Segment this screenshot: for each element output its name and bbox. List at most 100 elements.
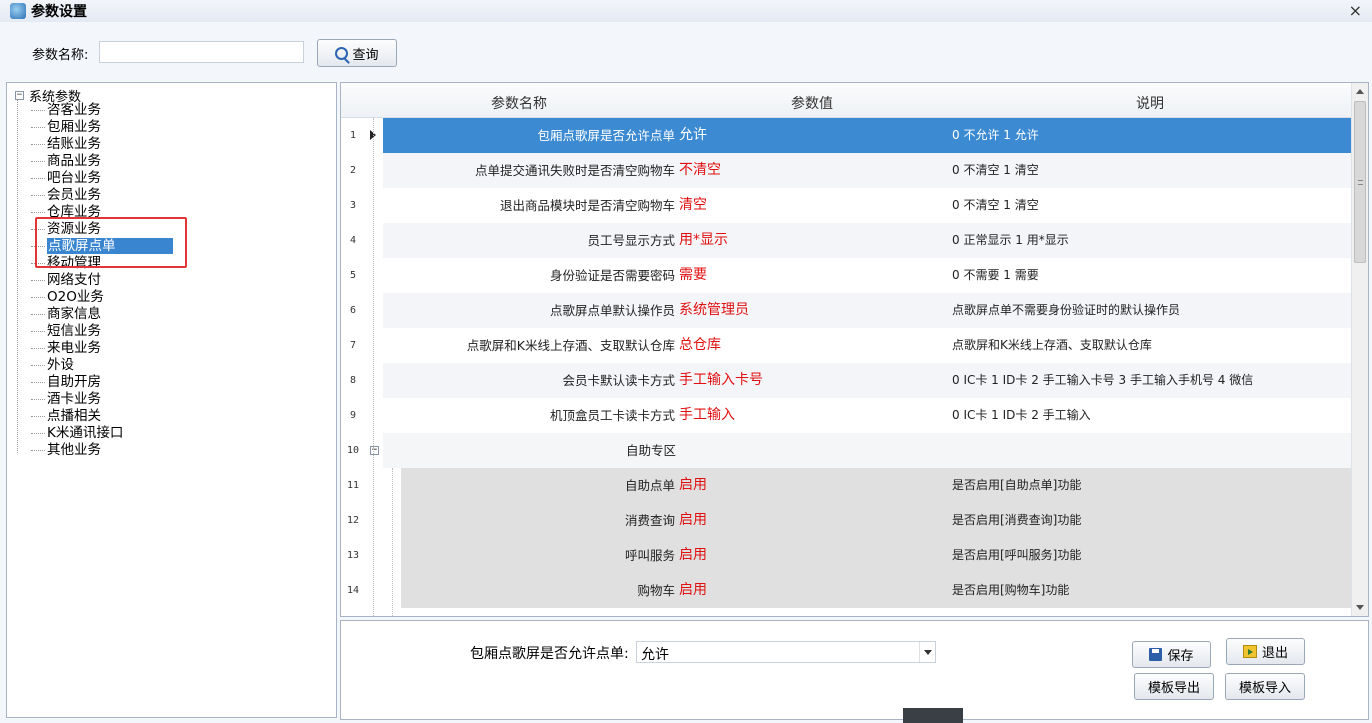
row-number: 7	[349, 340, 357, 351]
template-export-button[interactable]: 模板导出	[1134, 673, 1214, 700]
param-name-cell: 自助点单	[624, 478, 675, 493]
description-cell: 0 正常显示 1 用*显示	[952, 233, 1069, 247]
tree-item[interactable]: 移动管理	[31, 255, 181, 272]
tree-item[interactable]: 资源业务	[31, 221, 181, 238]
param-name-cell: 机顶盒员工卡读卡方式	[549, 408, 675, 423]
tree-item[interactable]: 商家信息	[31, 306, 181, 323]
tree-item[interactable]: 点歌屏点单	[31, 238, 181, 255]
table-row[interactable]: 4 员工号显示方式 用*显示 0 正常显示 1 用*显示	[341, 223, 1352, 258]
description-cell: 0 IC卡 1 ID卡 2 手工输入	[952, 408, 1091, 422]
tree-connector	[17, 99, 18, 453]
query-button[interactable]: 查询	[317, 39, 397, 67]
table-row[interactable]: 2 点单提交通讯失败时是否清空购物车 不清空 0 不清空 1 清空	[341, 153, 1352, 188]
row-indicator	[365, 573, 383, 608]
tree-item-label: 移动管理	[47, 255, 101, 271]
param-value-cell: 启用	[679, 477, 707, 493]
row-background	[383, 433, 1352, 468]
param-value-cell: 清空	[679, 197, 707, 213]
table-row[interactable]: 3 退出商品模块时是否清空购物车 清空 0 不清空 1 清空	[341, 188, 1352, 223]
table-row[interactable]: 10 − 自助专区	[341, 433, 1352, 468]
table-row[interactable]: 13 呼叫服务 启用 是否启用[呼叫服务]功能	[341, 538, 1352, 573]
title-bar: 参数设置 ×	[0, 0, 1372, 22]
param-name-cell: 会员卡默认读卡方式	[562, 373, 675, 388]
table-row[interactable]: 11 自助点单 启用 是否启用[自助点单]功能	[341, 468, 1352, 503]
scroll-thumb[interactable]	[1354, 101, 1366, 263]
row-indicator	[365, 398, 383, 433]
row-number: 9	[349, 410, 357, 421]
tree-item[interactable]: O2O业务	[31, 289, 181, 306]
param-name-input[interactable]	[99, 41, 304, 63]
tree-item[interactable]: 结账业务	[31, 136, 181, 153]
param-value-cell: 手工输入	[679, 407, 735, 423]
tree-item-label: K米通讯接口	[47, 425, 124, 441]
row-number: 13	[346, 550, 360, 561]
row-background	[401, 573, 1352, 608]
vertical-scrollbar[interactable]	[1351, 83, 1368, 616]
param-name-cell: 点歌屏和K米线上存酒、支取默认仓库	[466, 338, 675, 353]
category-tree: − 系统参数 咨客业务 包厢业务 结账业务 商品业务 吧台业务 会员业务 仓库业务 资源业务点…	[6, 82, 337, 718]
search-label: 参数名称:	[32, 48, 89, 63]
param-name-cell: 身份验证是否需要密码	[549, 268, 675, 283]
table-row[interactable]: 8 会员卡默认读卡方式 手工输入卡号 0 IC卡 1 ID卡 2 手工输入卡号 3 手…	[341, 363, 1352, 398]
table-row[interactable]: 5 身份验证是否需要密码 需要 0 不需要 1 需要	[341, 258, 1352, 293]
tree-item-label: 吧台业务	[47, 170, 101, 186]
description-cell: 0 不需要 1 需要	[952, 268, 1039, 282]
header-param-value: 参数值	[791, 96, 833, 112]
tree-item[interactable]: 短信业务	[31, 323, 181, 340]
exit-button[interactable]: 退出	[1226, 638, 1305, 665]
description-cell: 是否启用[消费查询]功能	[952, 513, 1082, 527]
template-export-label: 模板导出	[1147, 681, 1200, 696]
tree-item[interactable]: 吧台业务	[31, 170, 181, 187]
table-row[interactable]: 6 点歌屏点单默认操作员 系统管理员 点歌屏点单不需要身份验证时的默认操作员	[341, 293, 1352, 328]
value-select-text: 允许	[641, 647, 669, 663]
close-icon[interactable]: ×	[1349, 0, 1362, 22]
tree-item[interactable]: 其他业务	[31, 442, 181, 459]
chevron-down-icon[interactable]	[919, 642, 935, 662]
row-number: 12	[346, 515, 360, 526]
param-name-cell: 点单提交通讯失败时是否清空购物车	[474, 163, 675, 178]
table-row[interactable]: 1 包厢点歌屏是否允许点单 允许 0 不允许 1 允许	[341, 118, 1352, 153]
table-row[interactable]: 12 消费查询 启用 是否启用[消费查询]功能	[341, 503, 1352, 538]
tree-item-label: 自助开房	[47, 374, 101, 390]
save-button[interactable]: 保存	[1132, 641, 1211, 668]
value-select[interactable]: 允许	[636, 641, 936, 663]
tree-item[interactable]: 咨客业务	[31, 102, 181, 119]
tree-item-label: 咨客业务	[47, 102, 101, 118]
scroll-up-icon[interactable]	[1356, 89, 1364, 94]
tree-item[interactable]: 商品业务	[31, 153, 181, 170]
tree-item[interactable]: K米通讯接口	[31, 425, 181, 442]
row-number: 10	[346, 445, 360, 456]
param-name-cell: 购物车	[637, 583, 675, 598]
param-value-cell: 手工输入卡号	[679, 372, 763, 388]
tree-item[interactable]: 自助开房	[31, 374, 181, 391]
scroll-down-icon[interactable]	[1356, 605, 1364, 610]
tree-item[interactable]: 酒卡业务	[31, 391, 181, 408]
group-name: 自助专区	[626, 443, 677, 458]
table-row[interactable]: 9 机顶盒员工卡读卡方式 手工输入 0 IC卡 1 ID卡 2 手工输入	[341, 398, 1352, 433]
row-indicator	[365, 188, 383, 223]
table-row[interactable]: 14 购物车 启用 是否启用[购物车]功能	[341, 573, 1352, 608]
tree-item-label: 商品业务	[47, 153, 101, 169]
tree-item-label: 点播相关	[47, 408, 101, 424]
description-cell: 点歌屏点单不需要身份验证时的默认操作员	[952, 303, 1181, 317]
row-background	[401, 468, 1352, 503]
app-icon	[10, 3, 26, 19]
tree-item[interactable]: 会员业务	[31, 187, 181, 204]
collapse-icon[interactable]: −	[370, 446, 379, 455]
query-button-label: 查询	[352, 47, 379, 63]
param-name-cell: 包厢点歌屏是否允许点单	[537, 128, 675, 143]
tree-item[interactable]: 点播相关	[31, 408, 181, 425]
tree-item[interactable]: 包厢业务	[31, 119, 181, 136]
tree-item-label: 资源业务	[47, 221, 101, 237]
grid-header: 参数名称 参数值 说明	[341, 83, 1352, 118]
tree-item[interactable]: 网络支付	[31, 272, 181, 289]
param-value-cell: 需要	[679, 267, 707, 283]
table-row[interactable]: 7 点歌屏和K米线上存酒、支取默认仓库 总仓库 点歌屏和K米线上存酒、支取默认仓库	[341, 328, 1352, 363]
tree-item-label: 外设	[47, 357, 74, 373]
description-cell: 0 不清空 1 清空	[952, 163, 1039, 177]
template-import-button[interactable]: 模板导入	[1225, 673, 1305, 700]
tree-item[interactable]: 外设	[31, 357, 181, 374]
tree-item[interactable]: 仓库业务	[31, 204, 181, 221]
tree-item[interactable]: 来电业务	[31, 340, 181, 357]
row-indicator	[365, 328, 383, 363]
